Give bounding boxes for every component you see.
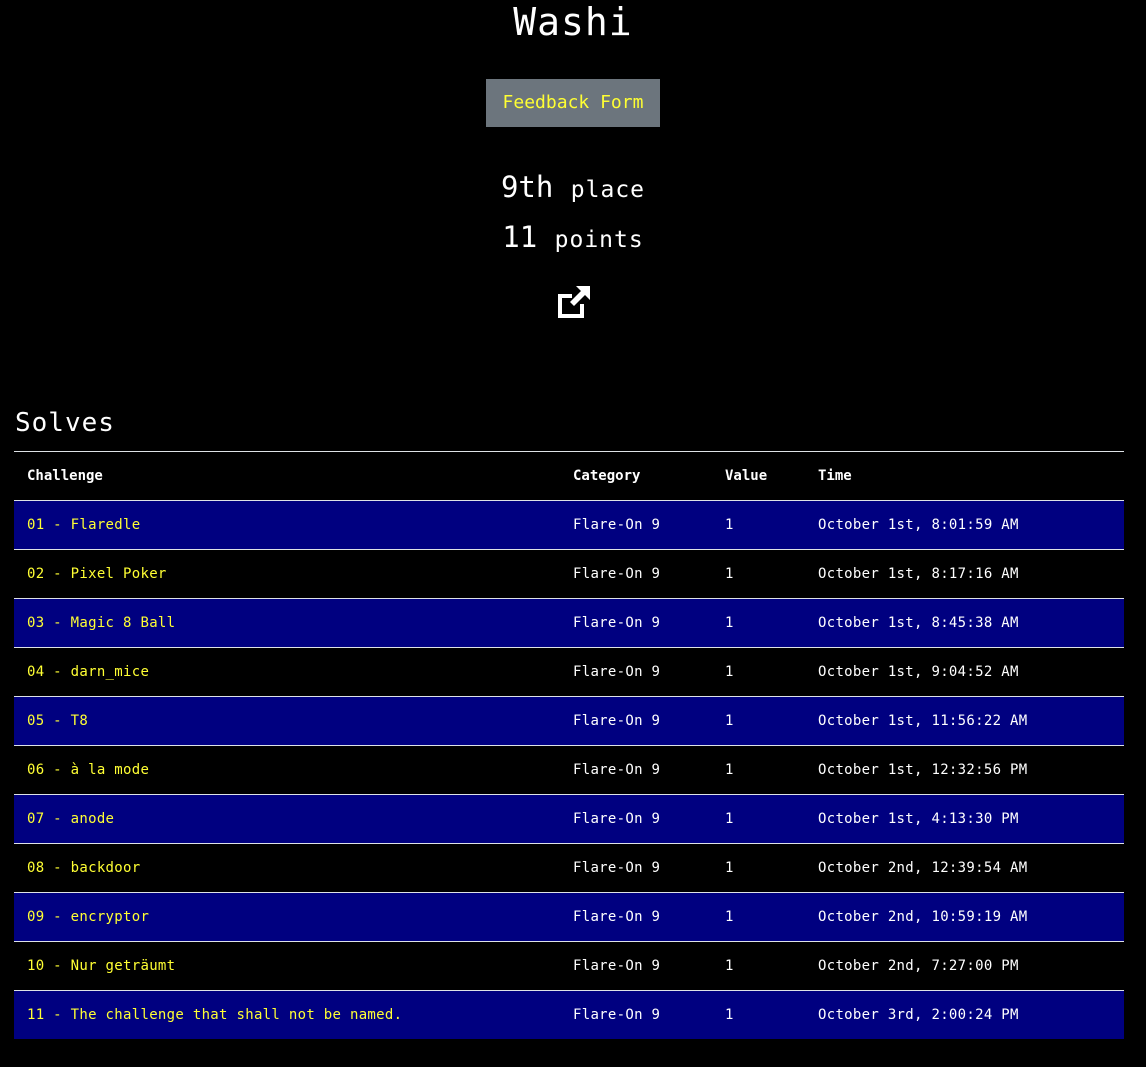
- value-cell: 1: [712, 647, 805, 697]
- challenge-link[interactable]: 08 - backdoor: [14, 843, 560, 893]
- value-cell: 1: [712, 500, 805, 550]
- time-cell: October 2nd, 10:59:19 AM: [805, 892, 1124, 942]
- table-header-row: Challenge Category Value Time: [14, 451, 1124, 501]
- challenge-link[interactable]: 07 - anode: [14, 794, 560, 844]
- time-cell: October 1st, 11:56:22 AM: [805, 696, 1124, 746]
- place-label: place: [570, 177, 646, 203]
- category-cell: Flare-On 9: [560, 696, 712, 746]
- points-value: 11: [502, 220, 538, 254]
- challenge-link[interactable]: 03 - Magic 8 Ball: [14, 598, 560, 648]
- category-cell: Flare-On 9: [560, 941, 712, 991]
- value-cell: 1: [712, 990, 805, 1039]
- table-row: 09 - encryptor Flare-On 9 1 October 2nd,…: [14, 892, 1124, 942]
- time-cell: October 1st, 8:01:59 AM: [805, 500, 1124, 550]
- team-name: Washi: [513, 0, 633, 44]
- category-cell: Flare-On 9: [560, 843, 712, 893]
- category-cell: Flare-On 9: [560, 500, 712, 550]
- challenge-link[interactable]: 09 - encryptor: [14, 892, 560, 942]
- time-cell: October 1st, 8:17:16 AM: [805, 549, 1124, 599]
- table-row: 03 - Magic 8 Ball Flare-On 9 1 October 1…: [14, 598, 1124, 648]
- feedback-form-button[interactable]: Feedback Form: [485, 79, 661, 127]
- value-cell: 1: [712, 598, 805, 648]
- category-cell: Flare-On 9: [560, 794, 712, 844]
- table-row: 10 - Nur geträumt Flare-On 9 1 October 2…: [14, 941, 1124, 991]
- solves-heading: Solves: [15, 408, 115, 438]
- challenge-link[interactable]: 02 - Pixel Poker: [14, 549, 560, 599]
- challenge-link[interactable]: 05 - T8: [14, 696, 560, 746]
- team-place: 9th place: [0, 169, 1146, 208]
- table-row: 11 - The challenge that shall not be nam…: [14, 990, 1124, 1039]
- table-row: 01 - Flaredle Flare-On 9 1 October 1st, …: [14, 500, 1124, 550]
- time-cell: October 1st, 12:32:56 PM: [805, 745, 1124, 795]
- time-cell: October 3rd, 2:00:24 PM: [805, 990, 1124, 1039]
- category-cell: Flare-On 9: [560, 745, 712, 795]
- category-cell: Flare-On 9: [560, 647, 712, 697]
- team-header: Washi Feedback Form 9th place 11 points: [0, 0, 1146, 324]
- challenge-link[interactable]: 06 - à la mode: [14, 745, 560, 795]
- time-cell: October 1st, 8:45:38 AM: [805, 598, 1124, 648]
- time-cell: October 2nd, 12:39:54 AM: [805, 843, 1124, 893]
- category-cell: Flare-On 9: [560, 892, 712, 942]
- table-row: 04 - darn_mice Flare-On 9 1 October 1st,…: [14, 647, 1124, 697]
- team-points: 11 points: [0, 219, 1146, 258]
- column-header-value: Value: [712, 451, 805, 501]
- category-cell: Flare-On 9: [560, 990, 712, 1039]
- value-cell: 1: [712, 941, 805, 991]
- points-label: points: [554, 227, 644, 253]
- external-link-icon[interactable]: [554, 284, 592, 320]
- time-cell: October 1st, 4:13:30 PM: [805, 794, 1124, 844]
- place-value: 9th: [500, 170, 554, 204]
- challenge-link[interactable]: 01 - Flaredle: [14, 500, 560, 550]
- value-cell: 1: [712, 843, 805, 893]
- table-row: 05 - T8 Flare-On 9 1 October 1st, 11:56:…: [14, 696, 1124, 746]
- table-row: 02 - Pixel Poker Flare-On 9 1 October 1s…: [14, 549, 1124, 599]
- value-cell: 1: [712, 549, 805, 599]
- table-row: 07 - anode Flare-On 9 1 October 1st, 4:1…: [14, 794, 1124, 844]
- value-cell: 1: [712, 892, 805, 942]
- challenge-link[interactable]: 11 - The challenge that shall not be nam…: [14, 990, 560, 1039]
- table-row: 08 - backdoor Flare-On 9 1 October 2nd, …: [14, 843, 1124, 893]
- time-cell: October 2nd, 7:27:00 PM: [805, 941, 1124, 991]
- category-cell: Flare-On 9: [560, 549, 712, 599]
- value-cell: 1: [712, 794, 805, 844]
- column-header-challenge: Challenge: [14, 451, 560, 501]
- value-cell: 1: [712, 696, 805, 746]
- solves-table: Challenge Category Value Time 01 - Flare…: [14, 451, 1124, 1039]
- value-cell: 1: [712, 745, 805, 795]
- challenge-link[interactable]: 10 - Nur geträumt: [14, 941, 560, 991]
- table-row: 06 - à la mode Flare-On 9 1 October 1st,…: [14, 745, 1124, 795]
- column-header-category: Category: [560, 451, 712, 501]
- column-header-time: Time: [805, 451, 1124, 501]
- challenge-link[interactable]: 04 - darn_mice: [14, 647, 560, 697]
- time-cell: October 1st, 9:04:52 AM: [805, 647, 1124, 697]
- category-cell: Flare-On 9: [560, 598, 712, 648]
